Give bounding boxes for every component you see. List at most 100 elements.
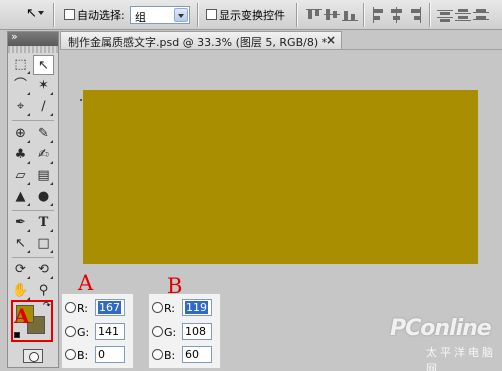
crop-tool-icon[interactable]: ⌖	[10, 97, 31, 117]
red-value: 119	[185, 301, 208, 314]
distribute-bottom-icon[interactable]	[473, 7, 489, 23]
dodge-tool-icon[interactable]: ●	[33, 187, 54, 207]
blue-radio[interactable]	[65, 349, 76, 360]
blue-radio[interactable]	[152, 349, 163, 360]
blue-row: B: 60	[149, 345, 222, 365]
path-selection-tool-icon[interactable]: ↖	[10, 234, 31, 254]
align-horizontal-center-icon[interactable]	[389, 7, 405, 23]
blue-value-field[interactable]: 60	[182, 346, 212, 363]
red-value: 167	[98, 301, 121, 314]
tools-panel: ⬚ ↖ ⌒ ✶ ⌖ ∕ ⊕ ✎ ♣ ✍ ▱ ▤ ▲ ● ✒ T ↖ □ ⟳ ⟲ …	[7, 30, 59, 368]
transform-controls-label: 显示变换控件	[219, 9, 285, 22]
document-tab-title: 制作金属质感文字.psd @ 33.3% (图层 5, RGB/8) *	[68, 36, 328, 49]
auto-select-checkbox[interactable]	[64, 9, 75, 20]
divider	[12, 257, 54, 258]
divider	[197, 3, 199, 27]
red-radio[interactable]	[65, 302, 76, 313]
type-tool-icon[interactable]: T	[33, 213, 54, 233]
blue-value-field[interactable]: 0	[95, 346, 125, 363]
canvas-marker	[80, 99, 82, 101]
eraser-tool-icon[interactable]: ▱	[10, 166, 31, 186]
annotation-a: A	[78, 271, 94, 295]
color-swatches[interactable]: A ↷	[11, 300, 53, 342]
magic-wand-tool-icon[interactable]: ✶	[33, 76, 54, 96]
align-right-icon[interactable]	[407, 7, 423, 23]
distribute-top-icon[interactable]	[437, 7, 453, 23]
align-left-icon[interactable]	[371, 7, 387, 23]
blue-label: B:	[164, 349, 176, 362]
auto-select-label: 自动选择:	[77, 9, 125, 22]
default-colors-icon[interactable]	[14, 332, 20, 338]
green-label: G:	[164, 326, 177, 339]
green-value-field[interactable]: 108	[182, 323, 212, 340]
green-value-field[interactable]: 141	[95, 323, 125, 340]
quick-mask-button[interactable]	[23, 349, 43, 363]
green-value: 141	[98, 325, 119, 338]
watermark-tagline: 太平洋电脑网	[426, 346, 496, 371]
options-bar: ↖ 自动选择: 组 显示变换控件	[0, 0, 502, 30]
move-tool-icon[interactable]: ↖	[33, 55, 54, 75]
divider	[53, 3, 55, 27]
brush-tool-icon[interactable]: ✎	[33, 124, 54, 144]
align-bottom-icon[interactable]	[342, 7, 358, 23]
3d-orbit-tool-icon[interactable]: ⟲	[33, 260, 54, 280]
blue-row: B: 0	[62, 345, 135, 365]
history-brush-tool-icon[interactable]: ✍	[33, 145, 54, 165]
marquee-tool-icon[interactable]: ⬚	[10, 55, 31, 75]
red-value-field[interactable]: 167	[95, 299, 125, 316]
red-row: R: 167	[62, 298, 135, 318]
green-label: G:	[77, 326, 90, 339]
swap-colors-icon[interactable]: ↷	[43, 301, 51, 311]
blue-value: 60	[185, 348, 199, 361]
tool-preset-picker[interactable]: ↖	[20, 5, 50, 25]
green-value: 108	[185, 325, 206, 338]
divider	[296, 3, 298, 27]
eyedropper-tool-icon[interactable]: ∕	[33, 97, 54, 117]
red-value-field[interactable]: 119	[182, 299, 212, 316]
auto-select-value: 组	[135, 11, 146, 24]
pen-tool-icon[interactable]: ✒	[10, 213, 31, 233]
blue-value: 0	[98, 348, 105, 361]
watermark: PConline 太平洋电脑网	[390, 316, 502, 371]
divider	[12, 120, 54, 121]
swatch-annotation: A	[14, 304, 30, 328]
close-icon[interactable]: ×	[326, 33, 336, 47]
blue-label: B:	[77, 349, 89, 362]
align-vertical-center-icon[interactable]	[324, 7, 340, 23]
move-tool-icon: ↖	[26, 6, 37, 21]
green-row: G: 108	[149, 322, 222, 342]
red-row: R: 119	[149, 298, 222, 318]
red-label: R:	[164, 302, 176, 315]
distribute-vertical-center-icon[interactable]	[455, 7, 471, 23]
3d-rotate-tool-icon[interactable]: ⟳	[10, 260, 31, 280]
align-top-icon[interactable]	[306, 7, 322, 23]
green-radio[interactable]	[152, 326, 163, 337]
lasso-tool-icon[interactable]: ⌒	[10, 76, 31, 96]
tools-panel-grip[interactable]	[8, 46, 58, 53]
red-label: R:	[77, 302, 89, 315]
green-radio[interactable]	[65, 326, 76, 337]
photoshop-window: ↖ 自动选择: 组 显示变换控件 ⬚ ↖ ⌒ ✶ ⌖	[0, 0, 502, 371]
watermark-brand: PConline	[390, 316, 492, 341]
divider	[12, 210, 54, 211]
green-row: G: 141	[62, 322, 135, 342]
clone-stamp-tool-icon[interactable]: ♣	[10, 145, 31, 165]
hand-tool-icon[interactable]: ✋	[10, 281, 31, 301]
document-canvas[interactable]	[83, 90, 478, 264]
color-panel-b: R: 119 G: 108 B: 60	[148, 293, 221, 369]
chevron-down-icon[interactable]	[174, 8, 188, 22]
chevron-down-icon	[38, 11, 44, 15]
auto-select-dropdown[interactable]: 组	[130, 6, 190, 24]
divider	[429, 3, 431, 27]
zoom-tool-icon[interactable]: ⚲	[33, 281, 54, 301]
red-radio[interactable]	[152, 302, 163, 313]
gradient-tool-icon[interactable]: ▤	[33, 166, 54, 186]
transform-controls-checkbox[interactable]	[206, 9, 217, 20]
rectangle-tool-icon[interactable]: □	[33, 234, 54, 254]
document-tab[interactable]: 制作金属质感文字.psd @ 33.3% (图层 5, RGB/8) * ×	[60, 31, 342, 49]
healing-brush-tool-icon[interactable]: ⊕	[10, 124, 31, 144]
color-panel-a: R: 167 G: 141 B: 0	[61, 293, 134, 369]
blur-tool-icon[interactable]: ▲	[10, 187, 31, 207]
tools-panel-titlebar[interactable]	[8, 30, 58, 46]
divider	[363, 3, 365, 27]
